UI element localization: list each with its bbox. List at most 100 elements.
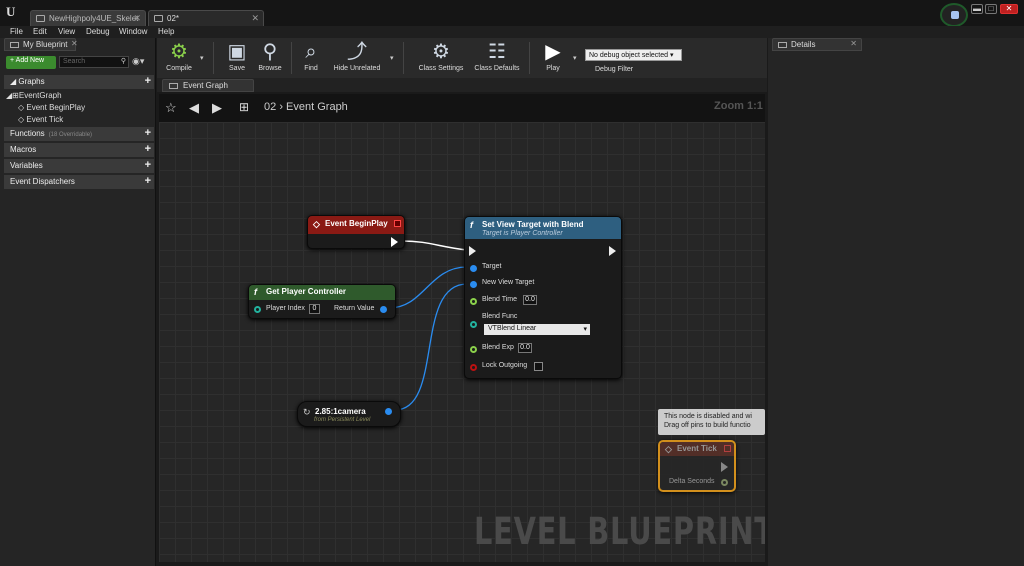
asset-icon [36, 15, 45, 22]
section-graphs[interactable]: ◢ Graphs + [4, 75, 154, 89]
menu-view[interactable]: View [58, 27, 75, 36]
class-defaults-button[interactable]: ☷ Class Defaults [471, 38, 523, 78]
section-functions[interactable]: Functions (18 Overridable) + [4, 127, 154, 141]
exec-wire [401, 240, 468, 251]
blend-time-pin[interactable] [470, 298, 477, 305]
target-pin[interactable] [470, 265, 477, 272]
blend-func-select[interactable]: VTBlend Linear ▾ [484, 324, 590, 335]
menu-help[interactable]: Help [158, 27, 174, 36]
blend-exp-input[interactable]: 0.0 [518, 343, 532, 353]
maximize-button[interactable]: □ [985, 4, 997, 14]
close-icon[interactable]: ✕ [251, 13, 259, 24]
player-index-pin[interactable] [254, 306, 261, 313]
lock-outgoing-checkbox[interactable] [534, 362, 543, 371]
class-settings-label: Class Settings [418, 65, 464, 72]
pin-label: Return Value [334, 305, 375, 312]
section-event-dispatchers[interactable]: Event Dispatchers + [4, 175, 154, 189]
node-header: ◇ Event Tick [660, 442, 734, 456]
exec-in-pin[interactable] [469, 246, 476, 256]
section-variables[interactable]: Variables + [4, 159, 154, 173]
tab-details[interactable]: Details ✕ [772, 38, 862, 51]
hide-unrelated-label: Hide Unrelated [333, 65, 381, 72]
view-options-icon[interactable]: ◉▾ [132, 56, 144, 67]
camera-output-pin[interactable] [385, 408, 392, 415]
exec-out-pin[interactable] [391, 237, 398, 247]
blend-func-pin[interactable] [470, 321, 477, 328]
breadcrumb-current: Event Graph [286, 101, 348, 113]
graph-icon: ⊞ [12, 91, 19, 100]
class-settings-button[interactable]: ⚙ Class Settings [413, 38, 469, 78]
close-icon[interactable]: ✕ [850, 39, 857, 48]
source-control-indicator[interactable] [940, 3, 968, 27]
hide-unrelated-dropdown[interactable]: ▾ [390, 54, 394, 62]
browse-button[interactable]: ⚲ Browse [253, 38, 287, 78]
details-icon [778, 42, 787, 48]
forward-arrow-icon[interactable]: ▶ [212, 100, 222, 116]
delta-seconds-pin[interactable] [721, 479, 728, 486]
close-window-button[interactable]: ✕ [1000, 4, 1018, 14]
play-options-dropdown[interactable]: ▾ [573, 54, 577, 62]
tree-event-beginplay[interactable]: ◇ Event BeginPlay [18, 103, 85, 112]
event-icon: ◇ [313, 219, 320, 229]
exec-out-pin[interactable] [609, 246, 616, 256]
node-header: f Set View Target with Blend Target is P… [465, 217, 621, 239]
blend-exp-pin[interactable] [470, 346, 477, 353]
event-icon: ◇ [18, 103, 25, 112]
exec-out-pin[interactable] [721, 462, 728, 472]
node-event-beginplay[interactable]: ◇ Event BeginPlay [307, 215, 405, 249]
close-icon[interactable]: ✕ [133, 13, 141, 24]
tree-label: Event Tick [26, 115, 64, 124]
debug-object-select[interactable]: No debug object selected ▾ [585, 49, 682, 61]
function-icon: f [470, 220, 473, 230]
add-new-button[interactable]: + Add New [6, 56, 56, 69]
compile-button[interactable]: ⚙ Compile [161, 38, 197, 78]
chevron-down-icon: ▾ [583, 326, 587, 333]
menu-edit[interactable]: Edit [33, 27, 47, 36]
tab-level-02[interactable]: 02* ✕ [148, 10, 264, 26]
tree-event-tick[interactable]: ◇ Event Tick [18, 115, 63, 124]
find-label: Find [304, 65, 318, 72]
add-function-icon[interactable]: + [145, 127, 151, 139]
tooltip-line: Drag off pins to build functio [664, 422, 751, 429]
section-macros[interactable]: Macros + [4, 143, 154, 157]
breadcrumb-separator: › [279, 101, 283, 113]
graph-canvas[interactable]: ◇ Event BeginPlay f Set View Target with… [159, 122, 765, 562]
save-button[interactable]: ▣ Save [221, 38, 253, 78]
tab-event-graph[interactable]: Event Graph [162, 79, 254, 92]
compile-options-dropdown[interactable]: ▾ [200, 54, 204, 62]
search-input[interactable]: Search ⚲ [59, 56, 129, 68]
back-arrow-icon[interactable]: ◀ [189, 100, 199, 116]
node-set-view-target[interactable]: f Set View Target with Blend Target is P… [464, 216, 622, 379]
node-event-tick[interactable]: ◇ Event Tick Delta Seconds [658, 440, 736, 492]
menu-debug[interactable]: Debug [86, 27, 110, 36]
add-dispatcher-icon[interactable]: + [145, 175, 151, 187]
return-value-pin[interactable] [380, 306, 387, 313]
lock-outgoing-pin[interactable] [470, 364, 477, 371]
player-index-input[interactable]: 0 [309, 304, 320, 314]
search-placeholder: Search [63, 58, 86, 65]
blend-time-input[interactable]: 0.0 [523, 295, 537, 305]
pin-label: Blend Func [482, 313, 518, 320]
menu-file[interactable]: File [10, 27, 23, 36]
tab-label: NewHighpoly4UE_Skelet [49, 14, 139, 23]
hide-unrelated-button[interactable]: ⤴ Hide Unrelated [329, 38, 385, 78]
play-button[interactable]: ▶ Play [535, 38, 571, 78]
find-button[interactable]: ⌕ Find [296, 38, 326, 78]
add-graph-icon[interactable]: + [145, 75, 151, 87]
node-get-player-controller[interactable]: f Get Player Controller Player Index 0 R… [248, 284, 396, 319]
node-camera-reference[interactable]: ↻ 2.85:1camera from Persistent Level [297, 401, 401, 427]
new-view-target-pin[interactable] [470, 281, 477, 288]
camera-wire [394, 283, 468, 411]
add-variable-icon[interactable]: + [145, 159, 151, 171]
minimize-button[interactable]: ▬ [971, 4, 983, 14]
menu-window[interactable]: Window [119, 27, 147, 36]
add-macro-icon[interactable]: + [145, 143, 151, 155]
breadcrumb-root[interactable]: 02 [264, 101, 276, 113]
star-icon[interactable]: ☆ [165, 100, 177, 116]
asset-icon [154, 15, 163, 22]
tab-skeleton-asset[interactable]: NewHighpoly4UE_Skelet ✕ [30, 10, 146, 26]
tree-event-graph[interactable]: ◢⊞EventGraph [6, 91, 62, 100]
tab-my-blueprint[interactable]: My Blueprint ✕ [4, 38, 78, 51]
close-icon[interactable]: ✕ [71, 39, 78, 48]
pin-label: Target [482, 263, 502, 270]
